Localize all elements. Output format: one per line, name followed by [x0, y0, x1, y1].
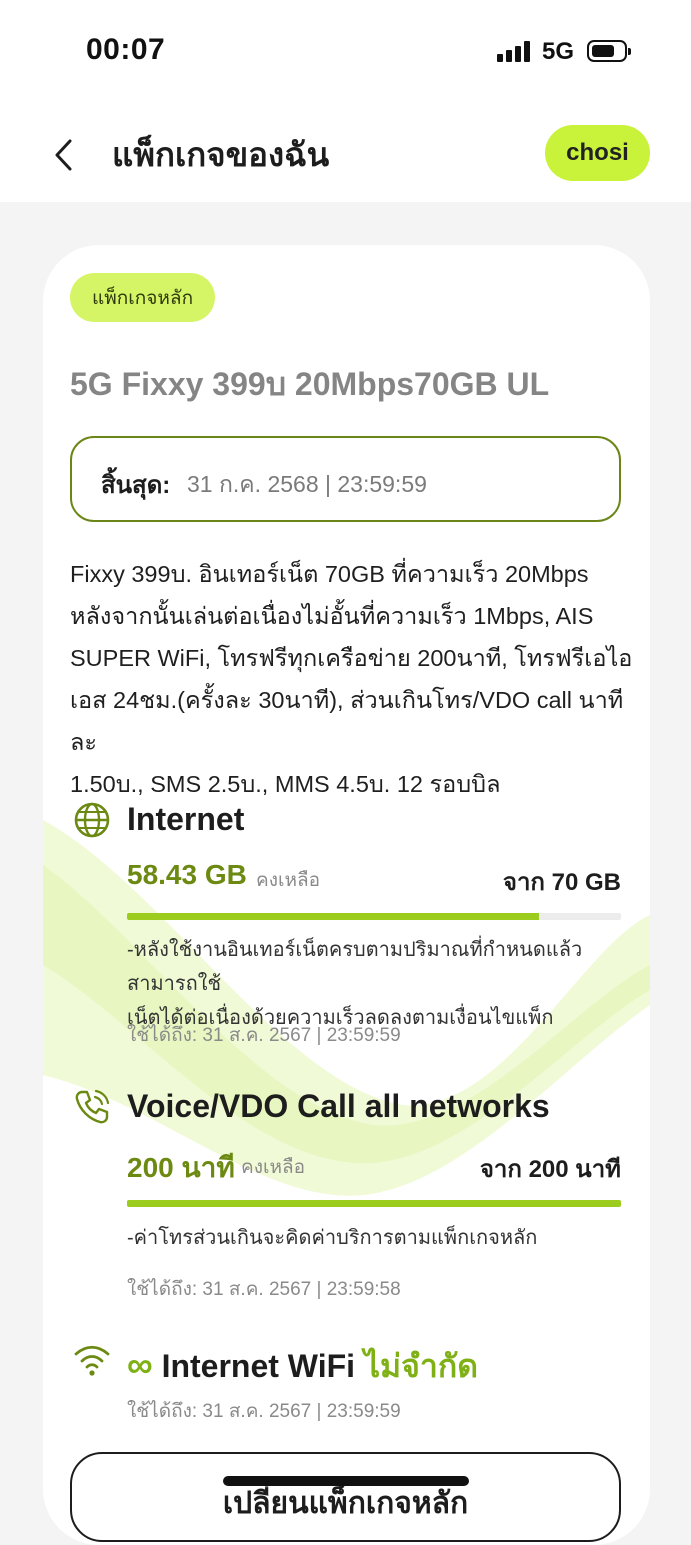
internet-title: Internet	[127, 801, 245, 837]
voice-note: -ค่าโทรส่วนเกินจะคิดค่าบริการตามแพ็กเกจห…	[127, 1227, 538, 1249]
description-line: SUPER WiFi, โทรฟรีทุกเครือข่าย 200นาที, …	[70, 645, 633, 671]
internet-remaining: 58.43 GB	[127, 859, 247, 890]
internet-total: จาก 70 GB	[502, 869, 621, 896]
voice-usage-bar	[127, 1200, 621, 1207]
home-indicator	[223, 1476, 469, 1486]
package-name: 5G Fixxy 399บ 20Mbps70GB UL	[70, 366, 550, 402]
phone-call-icon	[75, 1089, 110, 1124]
package-description: Fixxy 399บ. อินเทอร์เน็ต 70GB ที่ความเร็…	[70, 553, 640, 805]
back-button[interactable]	[50, 135, 80, 175]
globe-icon	[74, 802, 110, 838]
internet-valid-until: ใช้ได้ถึง: 31 ส.ค. 2567 | 23:59:59	[127, 1025, 401, 1046]
internet-usage-bar	[127, 913, 621, 920]
voice-valid-until: ใช้ได้ถึง: 31 ส.ค. 2567 | 23:59:58	[127, 1279, 401, 1300]
change-package-button[interactable]: เปลี่ยนแพ็กเกจหลัก	[70, 1452, 621, 1542]
change-package-label: เปลี่ยนแพ็กเกจหลัก	[222, 1487, 469, 1520]
signal-icon	[497, 40, 533, 62]
voice-remaining-label: คงเหลือ	[241, 1157, 306, 1178]
top-bar: 00:07 5G แพ็กเกจของฉัน chosi	[0, 0, 691, 202]
voice-remaining: 200 นาที	[127, 1152, 235, 1183]
package-card: แพ็กเกจหลัก 5G Fixxy 399บ 20Mbps70GB UL …	[43, 245, 650, 1545]
voice-total: จาก 200 นาที	[479, 1156, 621, 1183]
expire-value: 31 ก.ค. 2568 | 23:59:59	[187, 471, 427, 497]
wifi-title: Internet WiFi	[161, 1348, 356, 1384]
description-line: หลังจากนั้นเล่นต่อเนื่องไม่อั้นที่ความเร…	[70, 603, 594, 629]
wifi-title-row: ∞ Internet WiFi ไม่จำกัด	[127, 1341, 478, 1392]
wifi-valid-until: ใช้ได้ถึง: 31 ส.ค. 2567 | 23:59:59	[127, 1401, 401, 1422]
wifi-unlimited: ไม่จำกัด	[363, 1348, 478, 1384]
description-line: Fixxy 399บ. อินเทอร์เน็ต 70GB ที่ความเร็…	[70, 561, 589, 587]
package-badge: แพ็กเกจหลัก	[70, 273, 216, 322]
voice-title: Voice/VDO Call all networks	[127, 1088, 550, 1124]
chevron-left-icon	[55, 139, 72, 171]
description-line: เอส 24ชม.(ครั้งละ 30นาที), ส่วนเกินโทร/V…	[70, 687, 624, 755]
chosi-button[interactable]: chosi	[545, 125, 650, 181]
internet-remaining-label: คงเหลือ	[256, 870, 321, 891]
battery-icon	[587, 40, 631, 62]
expire-box: สิ้นสุด: 31 ก.ค. 2568 | 23:59:59	[70, 436, 621, 522]
status-time: 00:07	[86, 33, 166, 66]
voice-usage-fill	[127, 1200, 621, 1207]
description-line: 1.50บ., SMS 2.5บ., MMS 4.5บ. 12 รอบบิล	[70, 771, 501, 797]
network-type: 5G	[542, 38, 575, 65]
internet-usage-fill	[127, 913, 540, 920]
page-title: แพ็กเกจของฉัน	[112, 136, 330, 173]
battery-level	[592, 45, 614, 57]
internet-note-line: -หลังใช้งานอินเทอร์เน็ตครบตามปริมาณที่กำ…	[127, 939, 583, 995]
infinity-icon: ∞	[127, 1344, 153, 1385]
wifi-icon	[74, 1345, 110, 1376]
expire-label: สิ้นสุด:	[101, 472, 171, 499]
